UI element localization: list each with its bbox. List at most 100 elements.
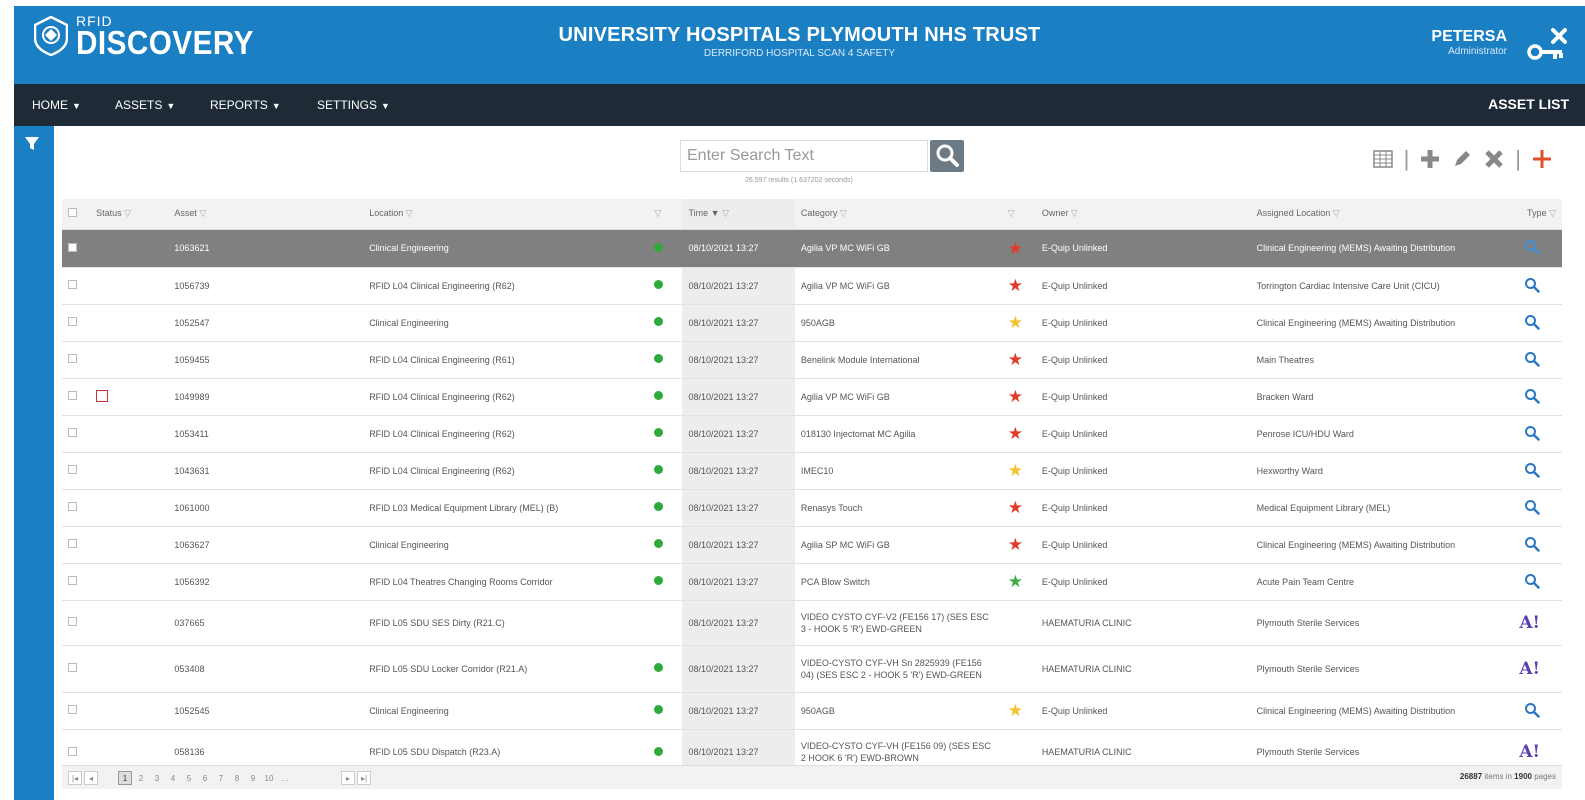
search-icon[interactable]	[1524, 425, 1540, 441]
nav-reports[interactable]: REPORTS ▼	[210, 98, 281, 112]
search-button[interactable]	[930, 140, 964, 172]
row-select-cell[interactable]	[62, 267, 91, 305]
col-status-dot[interactable]: ▽	[648, 199, 683, 230]
column-filter-icon[interactable]: ▽	[199, 208, 206, 219]
type-cell[interactable]	[1501, 526, 1562, 564]
asset-cell[interactable]: 1056739	[168, 267, 364, 305]
column-filter-icon[interactable]: ▽	[406, 208, 413, 219]
row-select-cell[interactable]	[62, 415, 91, 453]
prev-page-button[interactable]: ◂	[84, 771, 98, 785]
column-filter-icon[interactable]: ▽	[1549, 208, 1556, 219]
row-checkbox[interactable]	[68, 242, 77, 252]
col-owner[interactable]: Owner ▽	[1035, 199, 1251, 230]
page-number-button[interactable]: 3	[150, 771, 164, 785]
row-checkbox[interactable]	[68, 705, 77, 714]
page-number-button[interactable]: ...	[278, 771, 292, 785]
asset-cell[interactable]: 1061000	[168, 489, 364, 527]
table-row[interactable]: 1049989 RFID L04 Clinical Engineering (R6…	[62, 378, 1562, 416]
ai-tag-icon[interactable]: A!	[1519, 659, 1540, 679]
row-select-cell[interactable]	[62, 452, 91, 490]
table-row[interactable]: 1063621 Clinical Engineering 08/10/2021 13…	[62, 229, 1562, 268]
asset-cell[interactable]: 053408	[168, 645, 364, 693]
search-icon[interactable]	[1524, 277, 1540, 293]
first-page-button[interactable]: |◂	[68, 771, 82, 785]
table-row[interactable]: 1063627 Clinical Engineering 08/10/2021 13…	[62, 526, 1562, 564]
row-select-cell[interactable]	[62, 692, 91, 730]
page-number-button[interactable]: 6	[198, 771, 212, 785]
add-icon[interactable]	[1419, 148, 1441, 170]
col-time[interactable]: Time ▼ ▽	[682, 199, 795, 230]
last-page-button[interactable]: ▸|	[357, 771, 371, 785]
asset-cell[interactable]: 1052545	[168, 692, 364, 730]
table-row[interactable]: 1056739 RFID L04 Clinical Engineering (R6…	[62, 267, 1562, 305]
asset-cell[interactable]: 1052547	[168, 304, 364, 342]
type-cell[interactable]	[1501, 452, 1562, 490]
column-filter-icon[interactable]: ▽	[1333, 208, 1340, 219]
asset-cell[interactable]: 1043631	[168, 452, 364, 490]
row-checkbox[interactable]	[68, 428, 77, 437]
select-all-header[interactable]	[62, 199, 91, 230]
page-number-button[interactable]: 4	[166, 771, 180, 785]
table-row[interactable]: 1061000 RFID L03 Medical Equipment Librar…	[62, 489, 1562, 527]
page-number-button[interactable]: 5	[182, 771, 196, 785]
asset-cell[interactable]: 1053411	[168, 415, 364, 453]
search-icon[interactable]	[1524, 239, 1540, 255]
table-row[interactable]: 1056392 RFID L04 Theatres Changing Rooms …	[62, 563, 1562, 601]
row-checkbox[interactable]	[68, 617, 77, 626]
ai-tag-icon[interactable]: A!	[1519, 742, 1540, 762]
delete-icon[interactable]	[1483, 148, 1505, 170]
column-filter-icon[interactable]: ▽	[124, 208, 131, 219]
search-icon[interactable]	[1524, 462, 1540, 478]
row-select-cell[interactable]	[62, 600, 91, 646]
row-checkbox[interactable]	[68, 746, 77, 756]
filter-icon[interactable]	[24, 136, 40, 152]
type-cell[interactable]	[1501, 489, 1562, 527]
search-icon[interactable]	[1524, 314, 1540, 330]
col-category[interactable]: Category ▽	[794, 199, 1002, 230]
asset-cell[interactable]: 1059455	[168, 341, 364, 379]
filter-sidebar[interactable]	[14, 126, 54, 800]
table-row[interactable]: 053408 RFID L05 SDU Locker Corridor (R21.…	[62, 645, 1562, 693]
asset-cell[interactable]: 1056392	[168, 563, 364, 601]
type-cell[interactable]: A!	[1501, 645, 1562, 693]
type-cell[interactable]	[1501, 415, 1562, 453]
type-cell[interactable]: A!	[1501, 600, 1562, 646]
nav-assets[interactable]: ASSETS ▼	[115, 98, 175, 112]
col-status[interactable]: Status ▽	[90, 199, 169, 230]
asset-cell[interactable]: 1063627	[168, 526, 364, 564]
column-filter-icon[interactable]: ▽	[840, 208, 847, 219]
row-checkbox[interactable]	[68, 354, 77, 363]
row-checkbox[interactable]	[68, 317, 77, 326]
asset-cell[interactable]: 1049989	[168, 378, 364, 416]
page-number-button[interactable]: 2	[134, 771, 148, 785]
col-asset[interactable]: Asset ▽	[168, 199, 364, 230]
column-filter-icon[interactable]: ▽	[1071, 208, 1078, 219]
search-icon[interactable]	[1524, 573, 1540, 589]
next-page-button[interactable]: ▸	[341, 771, 355, 785]
add-new-asset-icon[interactable]	[1531, 148, 1553, 170]
type-cell[interactable]	[1501, 229, 1562, 268]
row-checkbox[interactable]	[68, 502, 77, 511]
calendar-icon[interactable]	[96, 389, 109, 402]
type-cell[interactable]	[1501, 267, 1562, 305]
type-cell[interactable]	[1501, 341, 1562, 379]
asset-cell[interactable]: 1063621	[168, 229, 364, 268]
row-select-cell[interactable]	[62, 229, 91, 268]
type-cell[interactable]	[1501, 563, 1562, 601]
search-icon[interactable]	[1524, 702, 1540, 718]
row-select-cell[interactable]	[62, 304, 91, 342]
search-icon[interactable]	[1524, 499, 1540, 515]
row-select-cell[interactable]	[62, 645, 91, 693]
type-cell[interactable]	[1501, 692, 1562, 730]
nav-home[interactable]: HOME ▼	[32, 98, 81, 112]
column-filter-icon[interactable]: ▽	[654, 208, 661, 219]
column-filter-icon[interactable]: ▽	[722, 208, 729, 219]
select-all-checkbox[interactable]	[68, 208, 77, 218]
search-input[interactable]	[680, 140, 928, 172]
column-filter-icon[interactable]: ▽	[1008, 208, 1015, 219]
columns-icon[interactable]	[1372, 148, 1394, 170]
page-number-button[interactable]: 7	[214, 771, 228, 785]
search-icon[interactable]	[1524, 351, 1540, 367]
table-row[interactable]: 1052547 Clinical Engineering 08/10/2021 13…	[62, 304, 1562, 342]
table-row[interactable]: 1052545 Clinical Engineering 08/10/2021 13…	[62, 692, 1562, 730]
